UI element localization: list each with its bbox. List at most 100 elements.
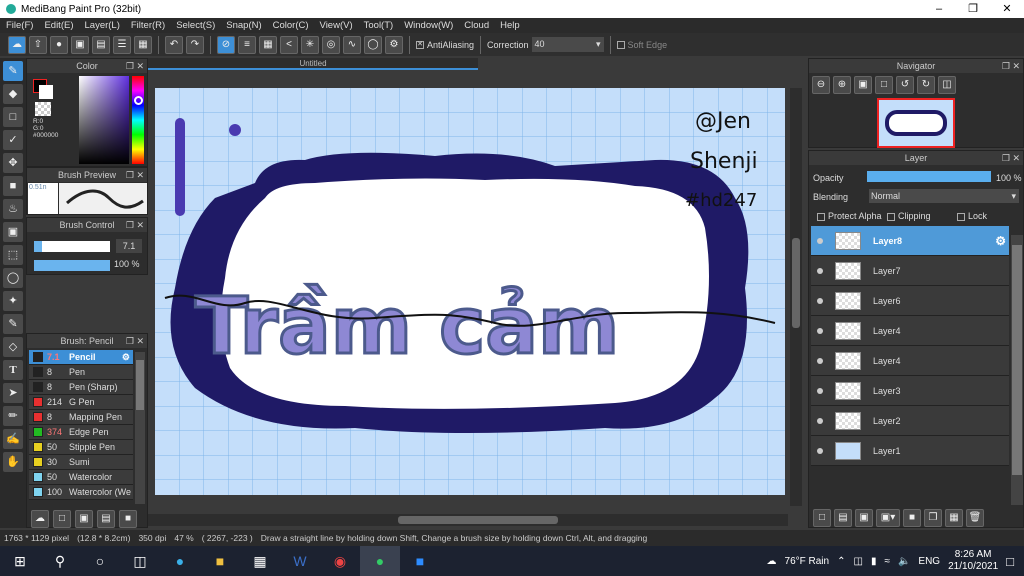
brush-size-value[interactable]: 7.1 — [116, 239, 142, 253]
wifi-icon[interactable]: ≈ — [884, 556, 890, 567]
move-tool-icon[interactable]: ✥ — [3, 153, 23, 173]
menu-cloud[interactable]: Cloud — [464, 20, 489, 31]
tray-chevron-icon[interactable]: ⌃ — [837, 556, 845, 567]
antialiasing-checkbox[interactable]: ✕ AntiAliasing — [416, 40, 474, 50]
circle-snap-icon[interactable]: ◯ — [364, 35, 382, 54]
language-indicator[interactable]: ENG — [918, 556, 940, 567]
snap-off-icon[interactable]: ⊘ — [217, 35, 235, 54]
cloud-brush-icon[interactable]: ☁ — [31, 510, 49, 528]
file-explorer-icon[interactable]: ■ — [200, 546, 240, 576]
add-layer-dropdown-icon[interactable]: ▣▾ — [876, 509, 900, 527]
add-brush-dropdown-icon[interactable]: ▣ — [75, 510, 93, 528]
layer-row[interactable]: Layer8 ⚙ — [811, 226, 1009, 256]
horizontal-scrollbar[interactable] — [148, 514, 788, 526]
visibility-icon[interactable] — [817, 297, 823, 304]
brush-item[interactable]: 50 Watercolor — [29, 470, 133, 485]
search-icon[interactable]: ⚲ — [40, 546, 80, 576]
menu-snap[interactable]: Snap(N) — [226, 20, 261, 31]
layer-opacity-slider[interactable] — [867, 171, 991, 182]
panel-close-icon[interactable]: ❐ ✕ — [1002, 59, 1020, 73]
fill-rect-icon[interactable]: ■ — [3, 176, 23, 196]
gear-icon[interactable]: ⚙ — [122, 352, 130, 363]
lasso-tool-icon[interactable]: ◯ — [3, 268, 23, 288]
visibility-icon[interactable] — [817, 327, 823, 334]
minimize-button[interactable]: – — [922, 0, 956, 18]
redo-icon[interactable]: ↷ — [186, 35, 204, 54]
blending-dropdown[interactable]: Normal ▾ — [869, 189, 1019, 203]
rotate-left-icon[interactable]: ↺ — [896, 76, 914, 94]
brush-opacity-slider[interactable] — [34, 260, 110, 271]
lock-checkbox[interactable]: Lock — [957, 211, 987, 221]
curve-snap-icon[interactable]: ∿ — [343, 35, 361, 54]
hue-slider[interactable] — [132, 76, 144, 164]
mic-icon[interactable]: ▮ — [871, 556, 877, 567]
background-color-swatch[interactable] — [39, 85, 53, 99]
visibility-icon[interactable] — [817, 357, 823, 364]
tab-untitled[interactable]: Untitled — [148, 58, 478, 70]
brush-item[interactable]: 8 Mapping Pen — [29, 410, 133, 425]
chrome-icon[interactable]: ◉ — [320, 546, 360, 576]
new-brush-icon[interactable]: □ — [53, 510, 71, 528]
layer-row[interactable]: Layer4 — [811, 346, 1009, 376]
weather-icon[interactable]: ☁ — [767, 556, 777, 567]
magic-wand-icon[interactable]: ✦ — [3, 291, 23, 311]
selection-pen-icon[interactable]: ✎ — [3, 314, 23, 334]
undo-icon[interactable]: ↶ — [165, 35, 183, 54]
divide-tool-icon[interactable]: ✏ — [3, 406, 23, 426]
operation-tool-icon[interactable]: ➤ — [3, 383, 23, 403]
menu-color[interactable]: Color(C) — [273, 20, 309, 31]
rectangle-tool-icon[interactable]: □ — [3, 107, 23, 127]
medibang-icon[interactable]: ● — [360, 546, 400, 576]
brush-item[interactable]: 374 Edge Pen — [29, 425, 133, 440]
material-icon[interactable]: ▦ — [134, 35, 152, 54]
text-tool-icon[interactable]: T — [3, 360, 23, 380]
list-icon[interactable]: ☰ — [113, 35, 131, 54]
visibility-icon[interactable] — [817, 417, 823, 424]
layer-row[interactable]: Layer7 — [811, 256, 1009, 286]
hand-tool-icon[interactable]: ✋ — [3, 452, 23, 472]
brush-settings-icon[interactable]: ▤ — [97, 510, 115, 528]
actual-size-icon[interactable]: □ — [875, 76, 893, 94]
correction-dropdown[interactable]: 40 ▾ — [531, 37, 604, 52]
menu-file[interactable]: File(F) — [6, 20, 33, 31]
cross-snap-icon[interactable]: ▦ — [259, 35, 277, 54]
duplicate-layer-icon[interactable]: ❐ — [924, 509, 942, 527]
windows-start-icon[interactable]: ⊞ — [0, 546, 40, 576]
vertical-scrollbar[interactable] — [790, 88, 802, 506]
menu-help[interactable]: Help — [500, 20, 520, 31]
brush-tool-icon[interactable]: ✎ — [3, 61, 23, 81]
menu-layer[interactable]: Layer(L) — [85, 20, 120, 31]
protect-alpha-checkbox[interactable]: Protect Alpha — [817, 211, 882, 221]
notification-icon[interactable]: □ — [1006, 554, 1014, 569]
edge-icon[interactable]: ● — [160, 546, 200, 576]
page-icon[interactable]: ▤ — [92, 35, 110, 54]
zoom-out-icon[interactable]: ⊖ — [812, 76, 830, 94]
comment-icon[interactable]: ● — [50, 35, 68, 54]
bucket-tool-icon[interactable]: ♨ — [3, 199, 23, 219]
layer-scrollbar[interactable] — [1011, 235, 1023, 505]
layer-row[interactable]: Layer1 — [811, 436, 1009, 466]
panel-close-icon[interactable]: ❐ ✕ — [1002, 151, 1020, 165]
new-1bit-layer-icon[interactable]: ▣ — [855, 509, 873, 527]
vanishing-snap-icon[interactable]: < — [280, 35, 298, 54]
cloud-icon[interactable]: ☁ — [8, 35, 26, 54]
visibility-icon[interactable] — [817, 387, 823, 394]
zoom-in-icon[interactable]: ⊕ — [833, 76, 851, 94]
layer-row[interactable]: Layer4 — [811, 316, 1009, 346]
panel-close-icon[interactable]: ❐ ✕ — [126, 334, 144, 348]
new-layer-icon[interactable]: □ — [813, 509, 831, 527]
radial-snap-icon[interactable]: ✳ — [301, 35, 319, 54]
concentric-snap-icon[interactable]: ◎ — [322, 35, 340, 54]
transparent-swatch[interactable] — [35, 102, 51, 116]
brush-item[interactable]: 50 Stipple Pen — [29, 440, 133, 455]
drawing-canvas[interactable]: Trầm cảm @Jen Shenji #hd247 — [155, 88, 785, 495]
clipping-checkbox[interactable]: Clipping — [887, 211, 931, 221]
visibility-icon[interactable] — [817, 447, 823, 454]
fit-icon[interactable]: ▣ — [854, 76, 872, 94]
soft-edge-checkbox[interactable]: Soft Edge — [616, 40, 667, 50]
store-icon[interactable]: ▦ — [240, 546, 280, 576]
cortana-icon[interactable]: ○ — [80, 546, 120, 576]
menu-select[interactable]: Select(S) — [176, 20, 215, 31]
layer-row[interactable]: Layer2 — [811, 406, 1009, 436]
rotate-right-icon[interactable]: ↻ — [917, 76, 935, 94]
